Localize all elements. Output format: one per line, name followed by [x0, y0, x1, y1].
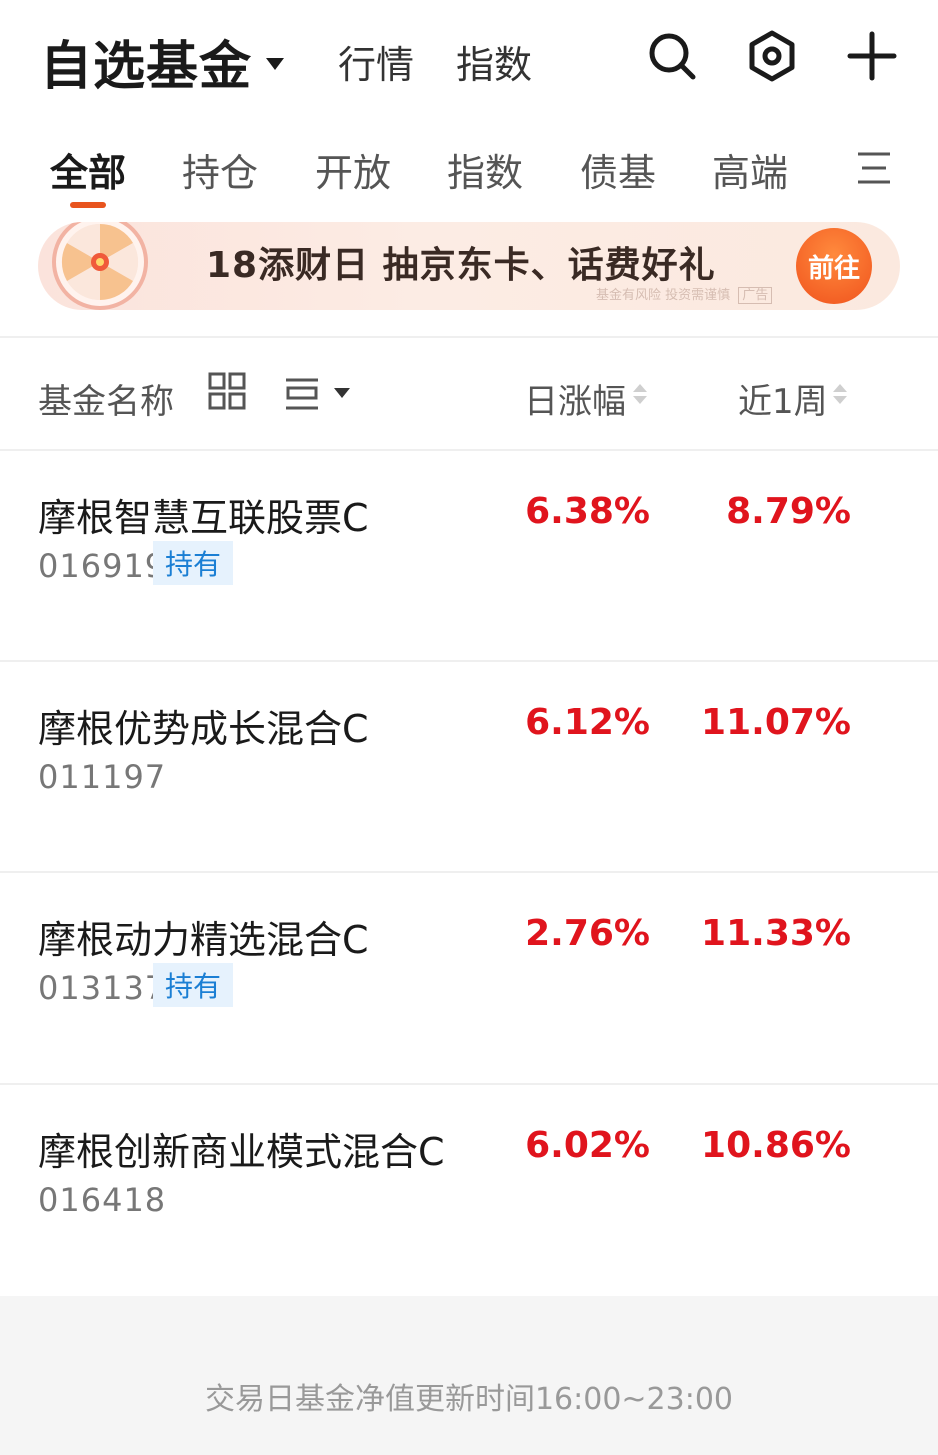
nav-index[interactable]: 指数: [456, 34, 532, 89]
tab-index[interactable]: 指数: [447, 142, 523, 197]
weekly-change-value: 10.86%: [701, 1125, 851, 1166]
banner-go-button[interactable]: 前往: [796, 228, 872, 304]
search-icon[interactable]: [646, 30, 698, 82]
weekly-change-value: 8.79%: [726, 491, 851, 532]
menu-lines-icon[interactable]: [856, 148, 892, 188]
tab-bond[interactable]: 债基: [580, 142, 656, 197]
daily-change-value: 6.12%: [525, 702, 650, 743]
sort-icon[interactable]: [632, 382, 648, 406]
tab-open[interactable]: 开放: [315, 142, 391, 197]
nav-market[interactable]: 行情: [338, 34, 414, 89]
daily-change-value: 6.02%: [525, 1125, 650, 1166]
page-title: 自选基金: [40, 37, 253, 97]
fund-row[interactable]: 摩根优势成长混合C 011197 6.12% 11.07%: [0, 662, 938, 872]
promo-banner[interactable]: 18添财日 抽京东卡、话费好礼 基金有风险 投资需谨慎 广告 前往: [38, 222, 900, 310]
plus-icon[interactable]: [846, 30, 898, 82]
banner-text: 18添财日 抽京东卡、话费好礼: [206, 245, 716, 286]
weekly-change-value: 11.33%: [701, 913, 851, 954]
holding-badge: 持有: [153, 963, 233, 1007]
fund-name: 摩根优势成长混合C: [38, 707, 369, 751]
category-tabs: 全部 持仓 开放 指数 债基 高端: [0, 130, 938, 210]
settings-hex-icon[interactable]: [746, 30, 798, 82]
tab-holdings[interactable]: 持仓: [182, 142, 258, 197]
fund-code: 011197: [38, 758, 167, 796]
prize-wheel-icon: [52, 222, 148, 310]
weekly-change-value: 11.07%: [701, 702, 851, 743]
title-dropdown[interactable]: 自选基金: [40, 24, 285, 99]
fund-name: 摩根创新商业模式混合C: [38, 1130, 445, 1174]
daily-change-value: 2.76%: [525, 913, 650, 954]
fund-watchlist-screen: 自选基金 行情 指数 全部 持仓 开放 指数 债基 高端 18添财日 抽京东卡、…: [0, 0, 938, 1455]
fund-code: 013137: [38, 969, 167, 1007]
fund-name: 摩根智慧互联股票C: [38, 496, 369, 540]
app-header: 自选基金 行情 指数: [0, 0, 938, 115]
ad-label: 广告: [738, 287, 773, 304]
list-view-icon[interactable]: [284, 374, 354, 414]
fund-code: 016919: [38, 547, 167, 585]
tab-premium[interactable]: 高端: [712, 142, 788, 197]
active-tab-indicator: [70, 202, 106, 208]
col-fund-name: 基金名称: [38, 382, 174, 422]
fund-name: 摩根动力精选混合C: [38, 918, 369, 962]
daily-change-value: 6.38%: [525, 491, 650, 532]
sort-icon[interactable]: [832, 382, 848, 406]
holding-badge: 持有: [153, 541, 233, 585]
col-daily-change[interactable]: 日涨幅: [524, 374, 626, 423]
col-weekly-change[interactable]: 近1周: [738, 374, 828, 423]
fund-row[interactable]: 摩根动力精选混合C 013137 持有 2.76% 11.33%: [0, 873, 938, 1083]
footer-note: 交易日基金净值更新时间16:00~23:00: [0, 1296, 938, 1455]
banner-disclaimer: 基金有风险 投资需谨慎 广告: [596, 284, 773, 304]
column-header: 基金名称 日涨幅 近1周: [0, 338, 938, 450]
nav-update-time-note: 交易日基金净值更新时间16:00~23:00: [204, 1382, 734, 1417]
tab-all[interactable]: 全部: [50, 142, 126, 197]
grid-view-icon[interactable]: [208, 372, 246, 410]
caret-down-icon: [266, 57, 285, 70]
fund-code: 016418: [38, 1181, 167, 1219]
fund-row[interactable]: 摩根创新商业模式混合C 016418 6.02% 10.86%: [0, 1085, 938, 1295]
fund-row[interactable]: 摩根智慧互联股票C 016919 持有 6.38% 8.79%: [0, 451, 938, 661]
